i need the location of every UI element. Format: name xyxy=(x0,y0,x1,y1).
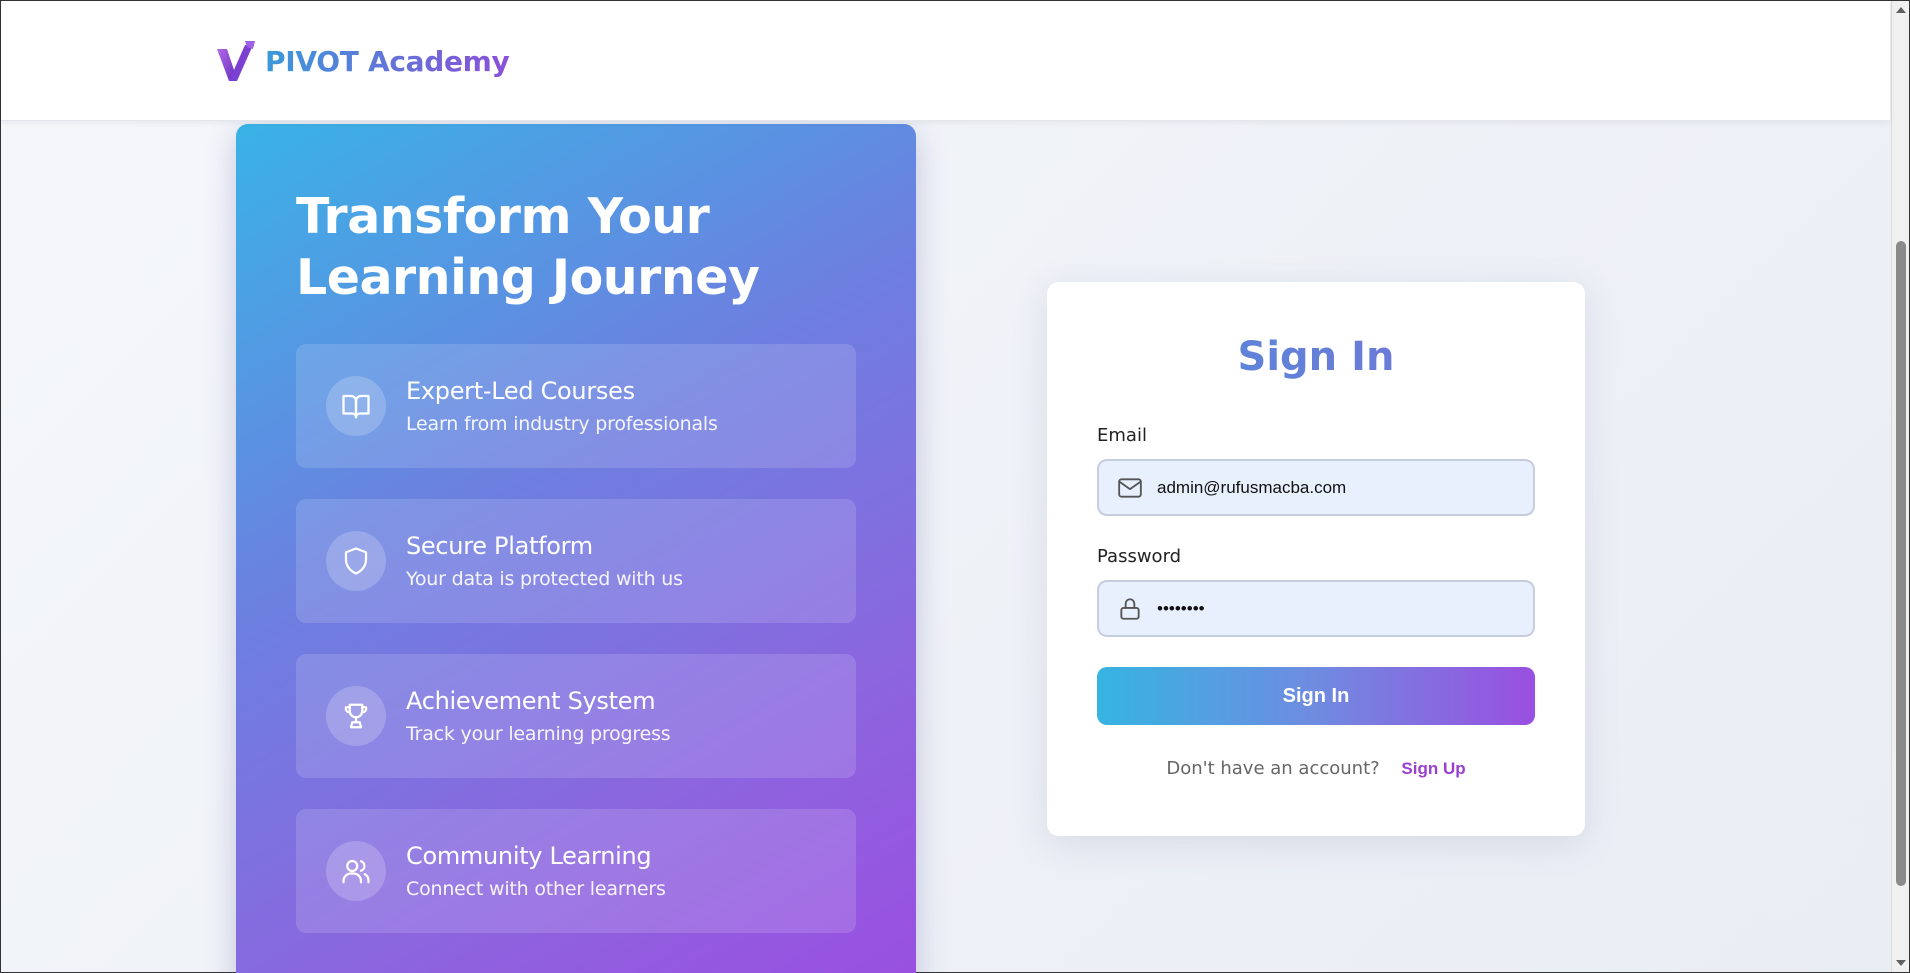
book-open-icon xyxy=(326,376,386,436)
feature-card-community-learning: Community Learning Connect with other le… xyxy=(296,809,856,933)
feature-description: Learn from industry professionals xyxy=(406,412,718,435)
scroll-thumb[interactable] xyxy=(1896,241,1906,886)
signup-row: Don't have an account? Sign Up xyxy=(1047,758,1585,779)
hero-title: Transform Your Learning Journey xyxy=(296,188,760,306)
mail-icon xyxy=(1118,477,1142,498)
feature-description: Your data is protected with us xyxy=(406,567,683,590)
password-label: Password xyxy=(1097,546,1182,567)
v-logo-icon xyxy=(217,41,255,81)
email-input[interactable] xyxy=(1157,477,1517,498)
feature-description: Track your learning progress xyxy=(406,722,671,745)
feature-description: Connect with other learners xyxy=(406,877,666,900)
users-icon xyxy=(326,841,386,901)
trophy-icon xyxy=(326,686,386,746)
feature-title: Achievement System xyxy=(406,686,656,715)
signin-title: Sign In xyxy=(1047,334,1585,380)
feature-title: Secure Platform xyxy=(406,531,593,560)
hero-panel: Transform Your Learning Journey Expert-L… xyxy=(236,124,916,973)
feature-card-secure-platform: Secure Platform Your data is protected w… xyxy=(296,499,856,623)
feature-card-achievement-system: Achievement System Track your learning p… xyxy=(296,654,856,778)
feature-title: Community Learning xyxy=(406,841,652,870)
signin-button[interactable]: Sign In xyxy=(1097,667,1535,725)
email-field[interactable] xyxy=(1097,459,1535,516)
signup-link[interactable]: Sign Up xyxy=(1401,759,1465,778)
shield-icon xyxy=(326,531,386,591)
no-account-text: Don't have an account? xyxy=(1166,758,1380,779)
signin-card: Sign In Email Password Sign In Don't hav… xyxy=(1047,282,1585,836)
vertical-scrollbar[interactable] xyxy=(1891,1,1909,972)
password-field[interactable] xyxy=(1097,580,1535,637)
feature-card-expert-courses: Expert-Led Courses Learn from industry p… xyxy=(296,344,856,468)
feature-title: Expert-Led Courses xyxy=(406,376,635,405)
lock-icon xyxy=(1120,597,1140,620)
email-label: Email xyxy=(1097,425,1147,446)
brand-name: PIVOT Academy xyxy=(265,44,510,78)
scroll-down-arrow-icon[interactable] xyxy=(1896,960,1906,966)
scroll-up-arrow-icon[interactable] xyxy=(1896,7,1906,13)
brand[interactable]: PIVOT Academy xyxy=(215,39,510,83)
top-header: PIVOT Academy xyxy=(1,1,1890,121)
password-input[interactable] xyxy=(1157,598,1517,619)
